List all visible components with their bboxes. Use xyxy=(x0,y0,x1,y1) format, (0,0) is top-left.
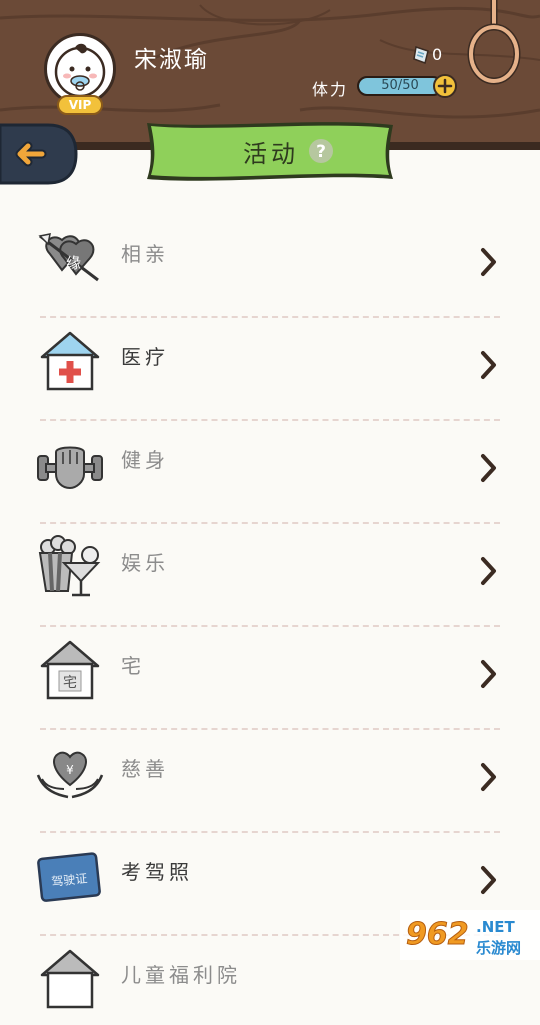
list-item-medical[interactable]: 医疗 xyxy=(0,305,540,421)
love-icon-text: 缘 xyxy=(66,254,81,272)
ticket-count: 0 xyxy=(432,45,443,64)
chevron-right-icon xyxy=(481,351,496,379)
stamina-label: 体力 xyxy=(312,80,349,99)
list-item-label: 医疗 xyxy=(121,345,169,369)
back-button[interactable] xyxy=(0,123,78,185)
hospital-icon xyxy=(40,331,100,391)
list-item-label: 考驾照 xyxy=(121,860,193,884)
chevron-right-icon xyxy=(481,454,496,482)
love-arrow-heart-icon: 缘 xyxy=(38,233,99,282)
list-item-label: 娱乐 xyxy=(121,551,169,575)
ticket-icon xyxy=(413,46,429,64)
stamina-value: 50/50 xyxy=(381,78,419,93)
rope-loop-icon[interactable] xyxy=(466,0,526,90)
player-name: 宋淑瑜 xyxy=(134,47,209,73)
charity-icon-text: ¥ xyxy=(66,763,74,777)
chevron-right-icon xyxy=(481,248,496,276)
list-item-charity[interactable]: ¥ 慈善 xyxy=(0,717,540,833)
help-button[interactable]: ? xyxy=(308,138,334,164)
list-item-entertainment[interactable]: 娱乐 xyxy=(0,511,540,627)
page-title: 活动 xyxy=(243,140,299,168)
orphanage-icon xyxy=(40,949,100,1009)
charity-heart-hands-icon: ¥ xyxy=(36,751,104,799)
list-item-stay-home[interactable]: 宅 宅 xyxy=(0,614,540,730)
list-item-label: 健身 xyxy=(121,448,169,472)
popcorn-cocktail-icon xyxy=(38,535,101,597)
stamina-bar: 50/50 xyxy=(357,76,443,96)
house-icon-text: 宅 xyxy=(63,675,77,691)
list-item-label: 宅 xyxy=(121,654,145,678)
chevron-right-icon xyxy=(481,866,496,894)
chevron-right-icon xyxy=(481,763,496,791)
list-item-label: 慈善 xyxy=(121,757,169,781)
watermark-brand: 962 xyxy=(406,917,469,952)
list-item-label: 儿童福利院 xyxy=(121,963,241,987)
watermark-suffix: .NET xyxy=(476,918,515,936)
list-item-blind-date[interactable]: 缘 相亲 xyxy=(0,202,540,318)
add-stamina-button[interactable] xyxy=(433,74,457,98)
chevron-right-icon xyxy=(481,660,496,688)
list-item-fitness[interactable]: 健身 xyxy=(0,408,540,524)
fist-dumbbell-icon xyxy=(37,446,103,490)
house-icon: 宅 xyxy=(40,640,100,700)
driving-license-icon: 驾驶证 xyxy=(37,852,101,902)
watermark-site: 乐游网 xyxy=(476,939,521,957)
site-watermark: 962 .NET 乐游网 xyxy=(400,910,540,960)
list-item-driving-license[interactable]: 驾驶证 考驾照 xyxy=(0,820,540,936)
vip-badge[interactable]: VIP xyxy=(57,95,103,115)
list-item-label: 相亲 xyxy=(121,242,169,266)
help-glyph: ? xyxy=(316,142,326,162)
chevron-right-icon xyxy=(481,557,496,585)
baby-face-icon xyxy=(54,43,106,98)
